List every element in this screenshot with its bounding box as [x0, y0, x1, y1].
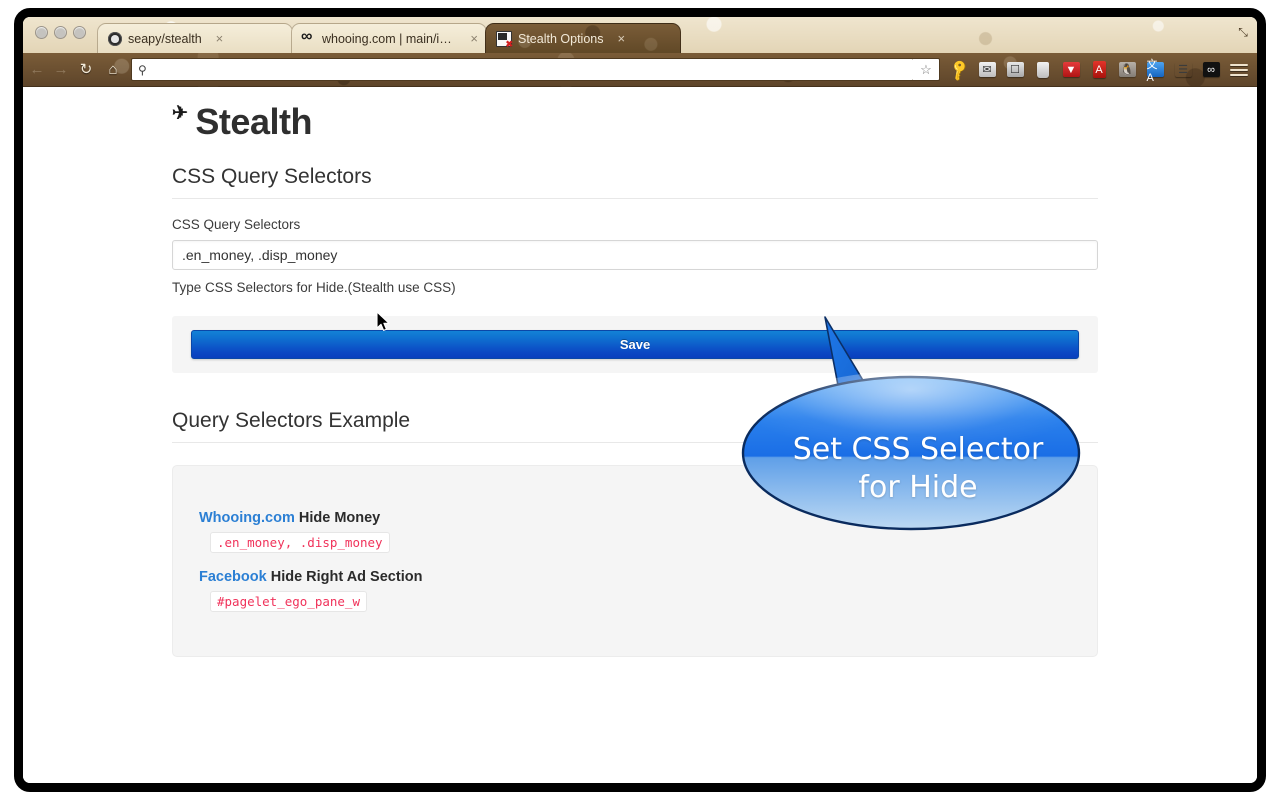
save-panel: Save: [172, 316, 1098, 373]
reload-icon[interactable]: ↻: [74, 58, 98, 82]
tab-stealth-options[interactable]: Stealth Options ×: [485, 23, 681, 53]
example-site-name: Whooing.com: [199, 510, 295, 526]
key-icon[interactable]: 🔑: [946, 58, 972, 83]
whooing-icon: [301, 28, 316, 46]
page-title: ✈ Stealth: [172, 101, 1098, 143]
example-code: .en_money, .disp_money: [210, 532, 390, 553]
tab-list: seapy/stealth × whooing.com | main/inser…: [97, 23, 681, 53]
tab-seapy-stealth[interactable]: seapy/stealth ×: [97, 23, 293, 53]
example-item: Whooing.com Hide Money .en_money, .disp_…: [199, 510, 1097, 553]
archive-icon[interactable]: ☐: [1002, 58, 1028, 82]
dictionary-icon[interactable]: A: [1086, 58, 1112, 82]
tab-close-icon[interactable]: ×: [216, 32, 224, 45]
window-controls: [35, 26, 86, 39]
page-title-text: Stealth: [195, 101, 312, 142]
example-code: #pagelet_ego_pane_w: [210, 591, 367, 612]
extension-toolbar: 🔑 ✉ ☐ ▼ A 🐧 文A ☰ ∞: [945, 58, 1257, 84]
pocket-icon[interactable]: ▼: [1058, 58, 1084, 82]
close-window-button[interactable]: [35, 26, 48, 39]
page-viewport: ✈ Stealth CSS Query Selectors CSS Query …: [23, 87, 1257, 783]
tab-label: whooing.com | main/insert: [322, 31, 457, 46]
stealth-monitor-icon: [496, 30, 513, 50]
back-icon[interactable]: ←: [27, 60, 47, 80]
example-title: Facebook Hide Right Ad Section: [199, 569, 1097, 585]
bookmark-star-icon[interactable]: ☆: [913, 58, 940, 81]
minimize-window-button[interactable]: [54, 26, 67, 39]
mail-icon[interactable]: ✉: [974, 58, 1000, 82]
home-icon[interactable]: ⌂: [101, 58, 125, 82]
trash-icon[interactable]: [1030, 58, 1056, 82]
tab-close-icon[interactable]: ×: [617, 32, 625, 45]
fullscreen-icon[interactable]: ⤡: [1235, 25, 1251, 39]
example-title: Whooing.com Hide Money: [199, 510, 1097, 526]
owl-icon[interactable]: ∞: [1198, 58, 1224, 82]
css-selectors-input[interactable]: [172, 240, 1098, 270]
zoom-window-button[interactable]: [73, 26, 86, 39]
tab-strip: ⤡ seapy/stealth × whooing.com | main/ins…: [23, 17, 1257, 53]
browser-menu-icon[interactable]: [1226, 58, 1252, 82]
save-button[interactable]: Save: [191, 330, 1079, 359]
browser-window: ⤡ seapy/stealth × whooing.com | main/ins…: [14, 8, 1266, 792]
translate-icon[interactable]: 文A: [1142, 58, 1168, 84]
browser-toolbar: ← → ↻ ⌂ ⚲ ☆ 🔑 ✉ ☐ ▼ A 🐧 文A ☰ ∞: [23, 53, 1257, 87]
address-bar[interactable]: ⚲: [131, 58, 914, 81]
airplane-icon: ✈: [172, 102, 188, 124]
example-description: Hide Right Ad Section: [270, 569, 423, 585]
example-description: Hide Money: [298, 510, 381, 526]
tab-close-icon[interactable]: ×: [470, 32, 478, 45]
stealth-options-page: ✈ Stealth CSS Query Selectors CSS Query …: [23, 87, 1257, 783]
evernote-icon[interactable]: 🐧: [1114, 58, 1140, 82]
tab-label: seapy/stealth: [128, 31, 202, 46]
selectors-field-label: CSS Query Selectors: [172, 217, 301, 232]
example-item: Facebook Hide Right Ad Section #pagelet_…: [199, 569, 1097, 612]
github-icon: [108, 31, 122, 46]
tab-label: Stealth Options: [518, 31, 604, 46]
example-site-name: Facebook: [199, 569, 267, 585]
section-heading-examples: Query Selectors Example: [172, 409, 1098, 443]
section-heading-selectors: CSS Query Selectors: [172, 165, 1098, 199]
layers-icon[interactable]: ☰: [1170, 58, 1196, 82]
forward-icon[interactable]: →: [51, 60, 71, 80]
selectors-help-text: Type CSS Selectors for Hide.(Stealth use…: [172, 280, 456, 295]
examples-panel: Whooing.com Hide Money .en_money, .disp_…: [172, 465, 1098, 657]
search-icon: ⚲: [138, 62, 147, 77]
screenshot-root: ⤡ seapy/stealth × whooing.com | main/ins…: [0, 0, 1280, 800]
tab-whooing-main-insert[interactable]: whooing.com | main/insert ×: [291, 23, 487, 53]
